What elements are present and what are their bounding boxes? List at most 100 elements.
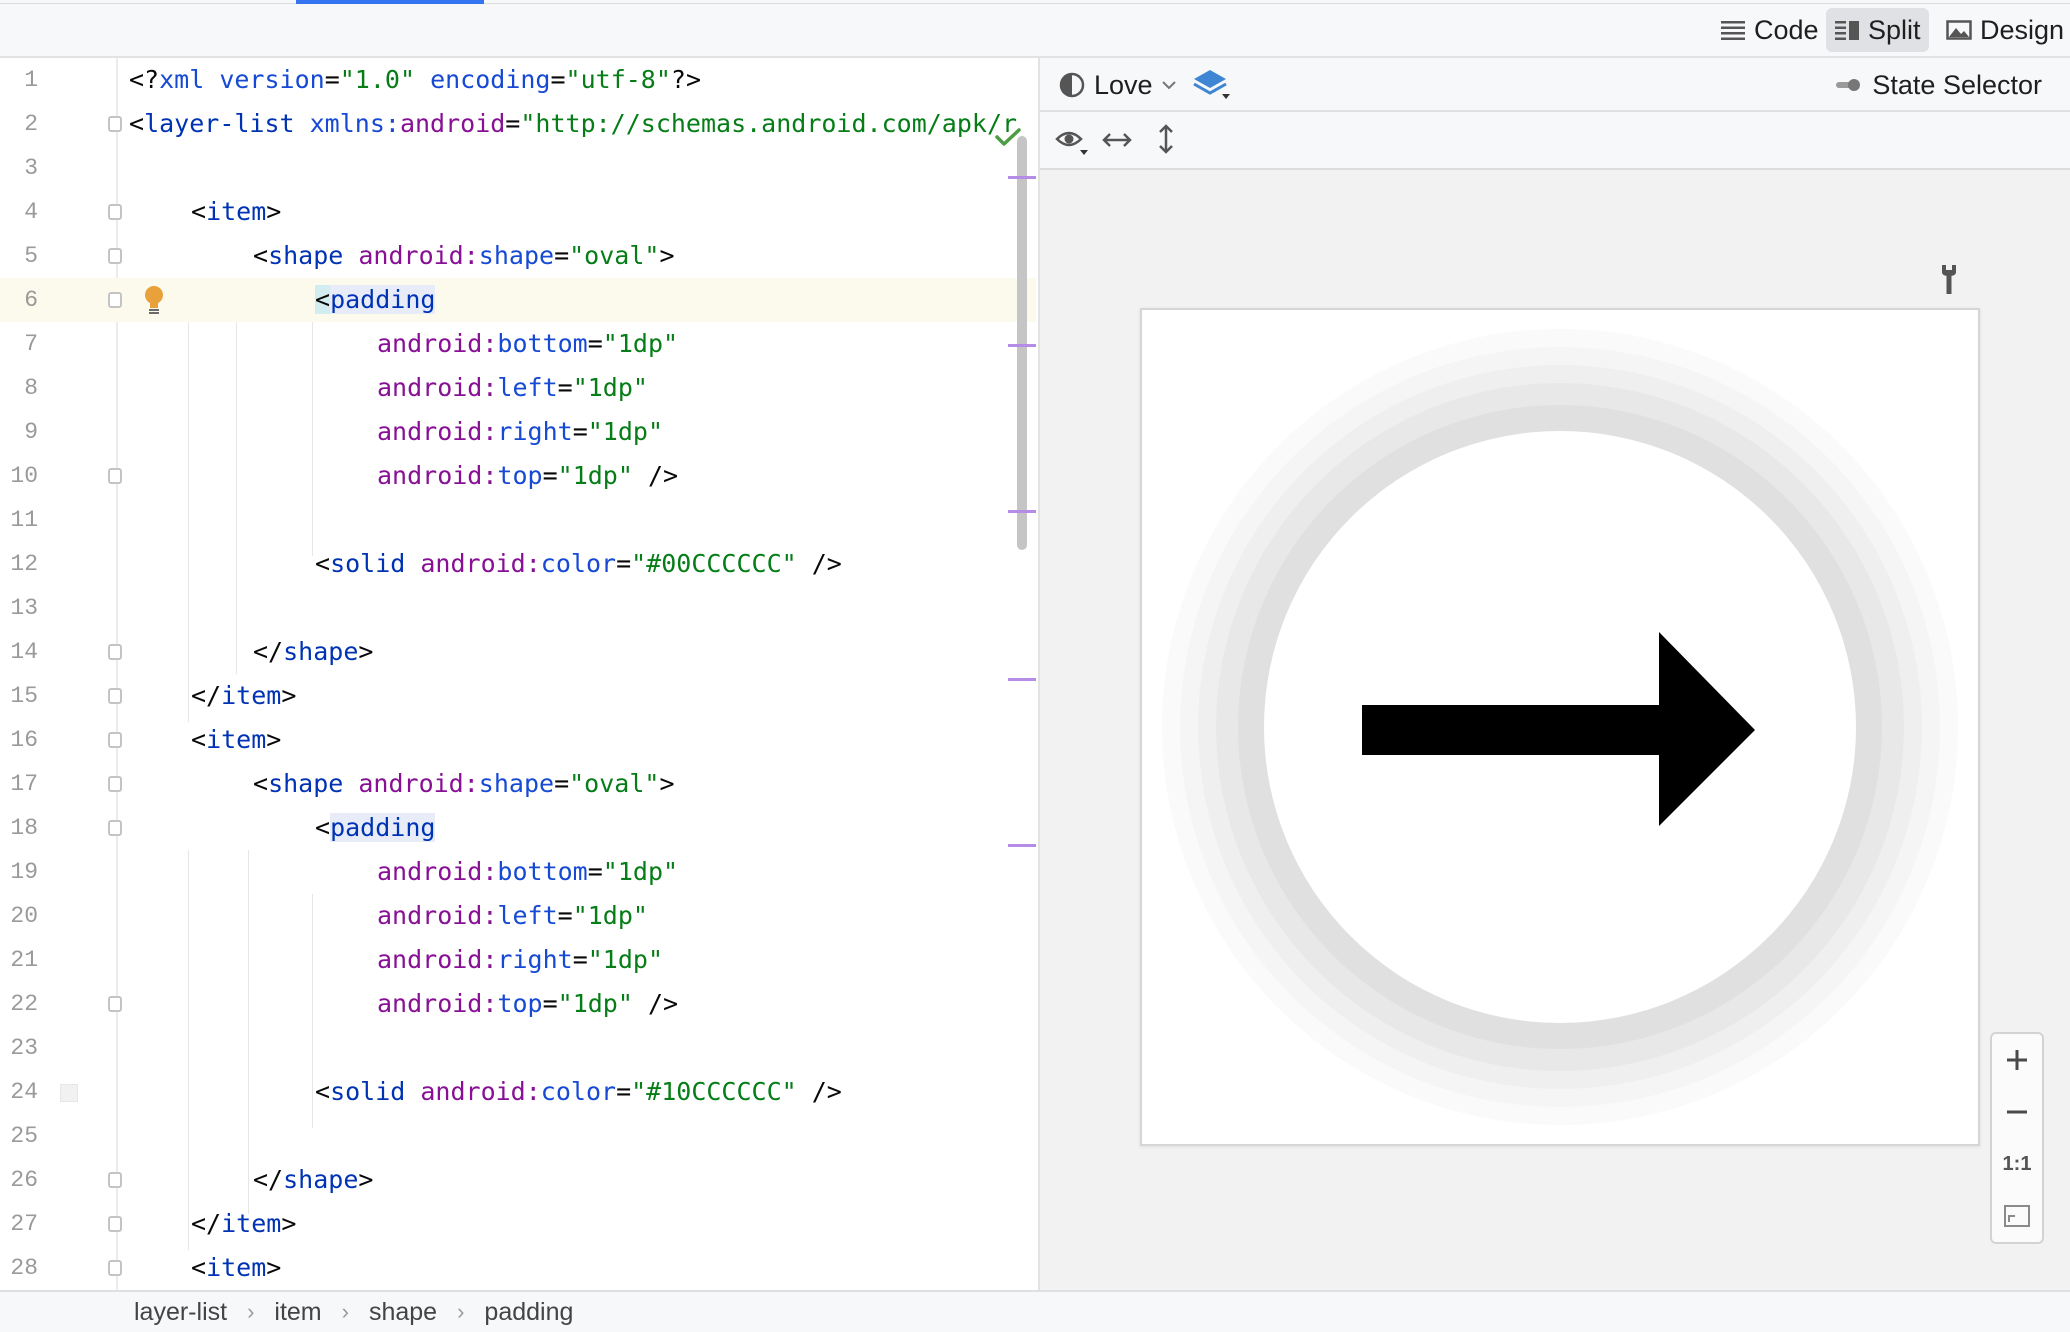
code-text[interactable]: android:right="1dp" bbox=[377, 414, 663, 450]
line-number: 19 bbox=[10, 859, 38, 885]
error-stripe-mark[interactable] bbox=[1008, 510, 1036, 513]
code-editor[interactable]: 1 <?xml version="1.0" encoding="utf-8"?>… bbox=[0, 58, 1036, 1290]
code-text[interactable]: <layer-list xmlns:android="http://schema… bbox=[129, 106, 1017, 142]
token: xml bbox=[159, 65, 205, 94]
code-text[interactable]: android:right="1dp" bbox=[377, 942, 663, 978]
line-number: 6 bbox=[24, 287, 38, 313]
breadcrumb-item[interactable]: padding bbox=[484, 1298, 573, 1327]
token: shape bbox=[283, 1165, 359, 1194]
fold-marker[interactable] bbox=[108, 292, 122, 308]
code-text[interactable]: <?xml version="1.0" encoding="utf-8"?> bbox=[129, 62, 701, 98]
split-mode-button[interactable]: Split bbox=[1826, 8, 1929, 52]
token: < bbox=[315, 549, 331, 578]
layers-icon[interactable] bbox=[1192, 68, 1232, 104]
code-text[interactable]: android:top="1dp" /> bbox=[377, 986, 678, 1022]
code-text[interactable]: <solid android:color="#00CCCCCC" /> bbox=[315, 546, 842, 582]
horizontal-resize-icon[interactable] bbox=[1100, 128, 1134, 152]
token: bottom bbox=[497, 857, 588, 886]
fold-marker[interactable] bbox=[108, 996, 122, 1012]
theme-dropdown[interactable]: Love bbox=[1058, 66, 1177, 104]
preview-view-toolbar bbox=[1040, 112, 2070, 170]
fold-marker[interactable] bbox=[108, 776, 122, 792]
zoom-to-fit-button[interactable] bbox=[1992, 1190, 2042, 1242]
code-text[interactable]: <solid android:color="#10CCCCCC" /> bbox=[315, 1074, 842, 1110]
token: = bbox=[557, 373, 573, 402]
breadcrumb-item[interactable]: item bbox=[274, 1298, 321, 1327]
state-selector-button[interactable]: State Selector bbox=[1834, 66, 2042, 104]
code-text[interactable]: <padding bbox=[315, 282, 436, 318]
token: version bbox=[204, 65, 325, 94]
code-text[interactable]: android:left="1dp" bbox=[377, 898, 648, 934]
wrench-icon[interactable] bbox=[1938, 262, 1960, 296]
design-mode-button[interactable]: Design bbox=[1938, 8, 2070, 52]
line-number: 3 bbox=[24, 155, 38, 181]
error-stripe-mark[interactable] bbox=[1008, 678, 1036, 681]
line-number: 24 bbox=[10, 1079, 38, 1105]
fold-marker[interactable] bbox=[108, 1172, 122, 1188]
code-text[interactable]: android:left="1dp" bbox=[377, 370, 648, 406]
token: "1dp" bbox=[557, 989, 633, 1018]
fold-marker[interactable] bbox=[108, 688, 122, 704]
fold-marker[interactable] bbox=[108, 732, 122, 748]
code-text[interactable]: <padding bbox=[315, 810, 436, 846]
token: android: bbox=[377, 461, 498, 490]
fold-marker[interactable] bbox=[108, 820, 122, 836]
fold-marker[interactable] bbox=[108, 468, 122, 484]
bulb-icon[interactable] bbox=[143, 284, 165, 316]
error-stripe-mark[interactable] bbox=[1008, 344, 1036, 347]
plus-icon bbox=[2007, 1050, 2027, 1070]
fold-marker[interactable] bbox=[108, 1216, 122, 1232]
fold-marker[interactable] bbox=[108, 204, 122, 220]
code-text[interactable]: </item> bbox=[191, 1206, 296, 1242]
code-text[interactable]: </shape> bbox=[253, 634, 373, 670]
code-text[interactable]: </item> bbox=[191, 678, 296, 714]
code-line: 15 </item> bbox=[0, 674, 1036, 718]
code-text[interactable]: <item> bbox=[191, 1250, 281, 1286]
code-text[interactable]: <item> bbox=[191, 722, 281, 758]
line-number: 21 bbox=[10, 947, 38, 973]
drawable-preview-canvas[interactable] bbox=[1140, 308, 1980, 1146]
chevron-down-icon bbox=[1161, 81, 1176, 90]
token: item bbox=[221, 681, 282, 710]
line-number: 4 bbox=[24, 199, 38, 225]
code-line: 17 <shape android:shape="oval"> bbox=[0, 762, 1036, 806]
line-number: 18 bbox=[10, 815, 38, 841]
token: solid bbox=[330, 549, 406, 578]
zoom-in-button[interactable] bbox=[1992, 1034, 2042, 1086]
fold-marker[interactable] bbox=[108, 1260, 122, 1276]
token: layer-list bbox=[144, 109, 295, 138]
eye-icon[interactable] bbox=[1054, 126, 1094, 158]
breadcrumb-item[interactable]: layer-list bbox=[134, 1298, 227, 1327]
code-text[interactable]: <item> bbox=[191, 194, 281, 230]
zoom-actual-size-button[interactable]: 1:1 bbox=[1992, 1138, 2042, 1190]
zoom-out-button[interactable] bbox=[1992, 1086, 2042, 1138]
color-swatch-icon[interactable] bbox=[60, 1084, 78, 1102]
code-text[interactable]: <shape android:shape="oval"> bbox=[253, 238, 675, 274]
code-text[interactable]: android:bottom="1dp" bbox=[377, 854, 678, 890]
editor-scrollbar[interactable] bbox=[1017, 136, 1027, 550]
line-number: 27 bbox=[10, 1211, 38, 1237]
code-text[interactable]: <shape android:shape="oval"> bbox=[253, 766, 675, 802]
code-text[interactable]: android:bottom="1dp" bbox=[377, 326, 678, 362]
token: android: bbox=[377, 417, 498, 446]
token: "1dp" bbox=[587, 417, 664, 446]
token: android: bbox=[377, 857, 498, 886]
line-number: 23 bbox=[10, 1035, 38, 1061]
code-text[interactable]: </shape> bbox=[253, 1162, 373, 1198]
error-stripe-mark[interactable] bbox=[1008, 176, 1036, 179]
fold-marker[interactable] bbox=[108, 248, 122, 264]
minus-icon bbox=[2007, 1110, 2027, 1114]
line-number: 15 bbox=[10, 683, 38, 709]
vertical-resize-icon[interactable] bbox=[1154, 122, 1178, 156]
code-text[interactable]: android:top="1dp" /> bbox=[377, 458, 678, 494]
code-mode-button[interactable]: Code bbox=[1712, 8, 1827, 52]
token: shape bbox=[478, 769, 555, 798]
line-number: 26 bbox=[10, 1167, 38, 1193]
error-stripe-mark[interactable] bbox=[1008, 844, 1036, 847]
token: = bbox=[557, 901, 573, 930]
breadcrumb-item[interactable]: shape bbox=[369, 1298, 437, 1327]
preview-pane: Love State Selector 1:1 bbox=[1038, 58, 2070, 1290]
code-line: 23 bbox=[0, 1026, 1036, 1070]
fold-marker[interactable] bbox=[108, 116, 122, 132]
fold-marker[interactable] bbox=[108, 644, 122, 660]
